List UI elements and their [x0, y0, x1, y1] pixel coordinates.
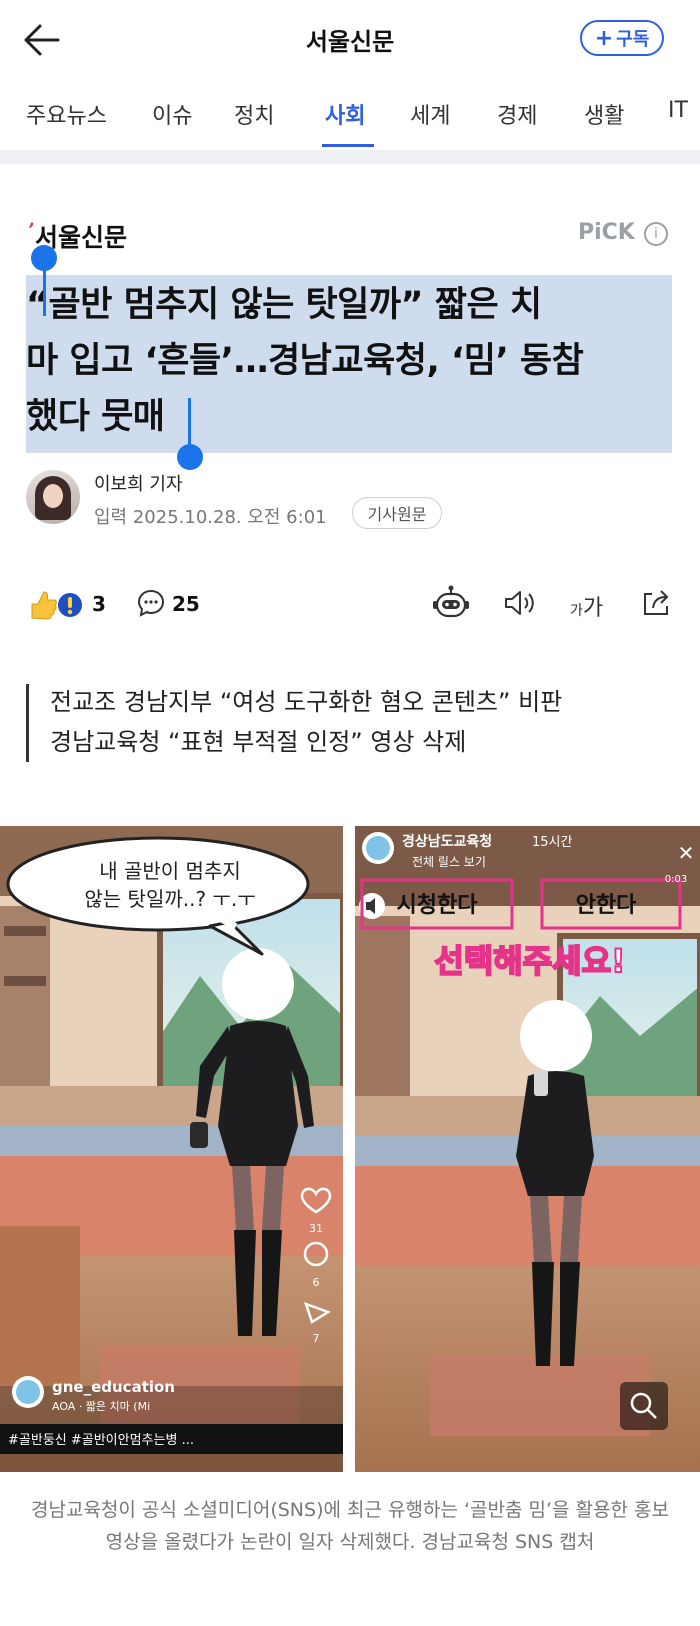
selection-end-handle[interactable]	[177, 444, 203, 470]
tab-main-news[interactable]: 주요뉴스	[26, 98, 107, 130]
top-bar: 서울신문 + 구독	[0, 0, 700, 80]
author-avatar[interactable]	[26, 470, 80, 524]
reel-comment-count: 6	[313, 1276, 320, 1289]
option-a: 시청한다	[397, 893, 479, 918]
reaction-icon[interactable]	[26, 588, 82, 622]
option-b: 안한다	[576, 893, 637, 918]
article-photo[interactable]: 내 골반이 멈추지 않는 탓일까..? ㅜ.ㅜ 31 6 7 gne_educa…	[0, 826, 700, 1472]
headline-line: 했다 뭇매	[26, 389, 167, 445]
reel-account: gne_education	[52, 1378, 175, 1396]
close-icon: ✕	[678, 841, 695, 865]
tab-world[interactable]: 세계	[410, 98, 450, 130]
summary-line: 경남교육청 “표현 부적절 인정” 영상 삭제	[50, 728, 467, 756]
author-name[interactable]: 이보희 기자	[94, 470, 183, 496]
active-tab-indicator	[322, 144, 374, 147]
speech-bubble-line: 내 골반이 멈추지	[99, 859, 241, 883]
tab-issue[interactable]: 이슈	[152, 98, 192, 130]
subscribe-label: 구독	[616, 29, 650, 50]
selection-start-caret	[43, 262, 46, 316]
reels-label: 전체 릴스 보기	[412, 855, 486, 869]
video-timer: 0:03	[665, 874, 687, 885]
photo-caption: 경남교육청이 공식 소셜미디어(SNS)에 최근 유행하는 ‘골반춤 밈’을 활…	[31, 1499, 669, 1553]
comment-count: 25	[172, 592, 200, 616]
tab-economy[interactable]: 경제	[497, 98, 537, 130]
left-screenshot: 내 골반이 멈추지 않는 탓일까..? ㅜ.ㅜ 31 6 7 gne_educa…	[0, 826, 346, 1472]
choose-text: 선택해주세요!	[434, 942, 625, 980]
font-size-icon[interactable]: 가가	[570, 590, 603, 622]
tab-society[interactable]: 사회	[325, 98, 365, 130]
speech-bubble-line: 않는 탓일까..? ㅜ.ㅜ	[84, 887, 255, 911]
headline: “골반 멈추지 않는 탓일까” 짧은 치 마 입고 ‘흔들’…경남교육청, ‘밈…	[26, 277, 676, 445]
article-summary: 전교조 경남지부 “여성 도구화한 혐오 콘텐츠” 비판 경남교육청 “표현 부…	[50, 682, 562, 762]
summary-bot-icon[interactable]	[432, 584, 470, 622]
like-count: 31	[309, 1222, 323, 1235]
reel-time: 15시간	[532, 835, 573, 850]
reel-account: 경상남도교육청	[402, 833, 492, 850]
tab-life[interactable]: 생활	[584, 98, 624, 130]
tab-politics[interactable]: 정치	[234, 98, 274, 130]
headline-line: “골반 멈추지 않는 탓일까” 짧은 치	[26, 285, 542, 325]
info-icon[interactable]: i	[644, 222, 668, 246]
original-article-button[interactable]: 기사원문	[352, 497, 442, 529]
category-tabs: 주요뉴스 이슈 정치 사회 세계 경제 생활 IT	[0, 90, 700, 150]
share-icon[interactable]	[640, 586, 672, 618]
zoom-button	[620, 1382, 668, 1430]
reaction-count: 3	[92, 592, 106, 616]
subscribe-button[interactable]: + 구독	[580, 20, 664, 56]
plus-icon: +	[594, 25, 614, 51]
comment-icon[interactable]	[136, 588, 166, 618]
reel-music: AOA · 짧은 치마 (Mi	[52, 1399, 150, 1413]
pick-badge: PiCK	[578, 220, 635, 245]
summary-line: 전교조 경남지부 “여성 도구화한 혐오 콘텐츠” 비판	[50, 688, 563, 716]
tab-it[interactable]: IT	[668, 98, 688, 123]
reel-hashtags: #골반둥신 #골반이안멈추는병 ...	[8, 1433, 194, 1448]
section-divider	[0, 150, 700, 164]
speaker-icon[interactable]	[503, 588, 537, 618]
summary-quote-bar	[26, 684, 29, 762]
headline-line: 마 입고 ‘흔들’…경남교육청, ‘밈’ 동참	[26, 341, 584, 381]
share-count: 7	[313, 1332, 320, 1345]
right-screenshot: 경상남도교육청 15시간 전체 릴스 보기 ✕ 시청한다 안한다 0:03 선택…	[355, 826, 700, 1472]
publish-date: 입력 2025.10.28. 오전 6:01	[94, 507, 327, 528]
